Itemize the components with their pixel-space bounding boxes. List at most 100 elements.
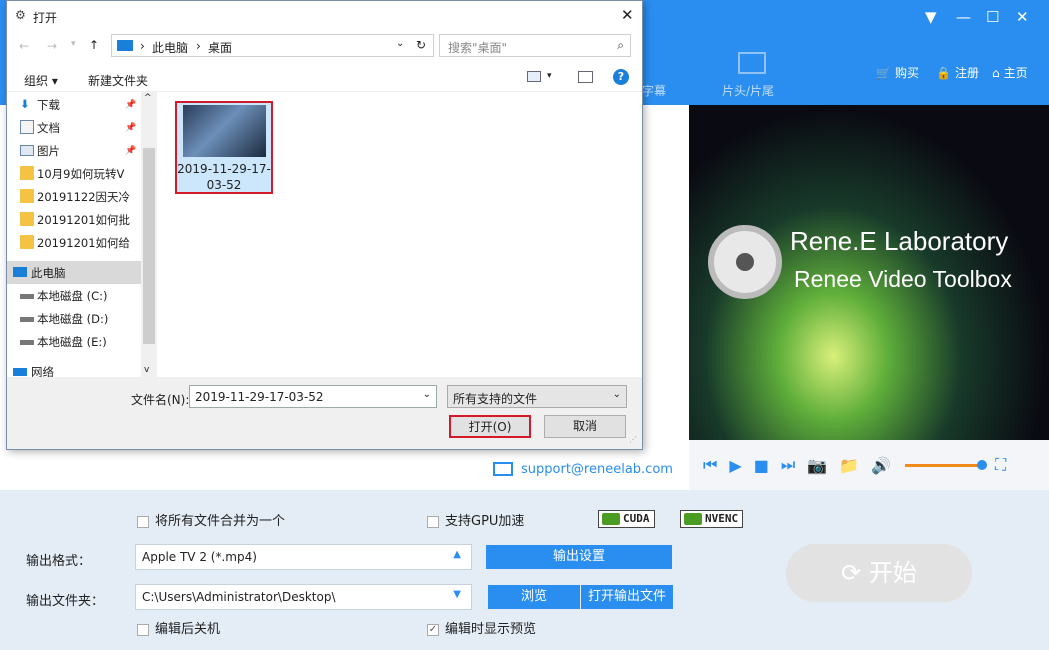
up-icon[interactable]: ↑ (89, 38, 99, 52)
filename-value: 2019-11-29-17-03-52 (195, 390, 324, 404)
filename-dropdown-icon[interactable]: ⌄ (423, 389, 431, 400)
nav-item-folder[interactable]: 10月9如何玩转V (7, 162, 142, 185)
pin-icon: 📌 (125, 122, 137, 133)
shutdown-checkbox[interactable] (137, 623, 149, 636)
nav-label: 10月9如何玩转V (37, 166, 125, 181)
nav-scroll-thumb[interactable] (143, 148, 155, 344)
resize-grip-icon[interactable]: ⋰ (629, 435, 637, 444)
help-icon[interactable]: ? (613, 69, 629, 85)
nav-label: 20191201如何给 (37, 235, 131, 250)
nav-label: 此电脑 (31, 265, 66, 280)
file-item[interactable]: 2019-11-29-17- 03-52 (175, 101, 273, 194)
nav-buy[interactable]: 🛒 购买 (876, 64, 919, 81)
minimize-icon[interactable]: — (956, 8, 971, 26)
film-reel-logo-icon (708, 225, 782, 299)
preview-pane-icon[interactable] (578, 71, 593, 83)
nav-register-label: 注册 (954, 66, 979, 80)
file-name-line2: 03-52 (206, 178, 242, 192)
folder-icon[interactable]: 📁 (839, 456, 859, 475)
nav-register[interactable]: 🔒 注册 (936, 64, 979, 81)
next-icon[interactable]: ⏭ (781, 455, 795, 475)
organize-menu[interactable]: 组织 ▾ (24, 72, 58, 89)
open-file-dialog: ⚙ 打开 ✕ ← → ▾ ↑ › 此电脑 › 桌面 ⌄ ↻ 搜索"桌面" ⌕ 组织… (6, 0, 643, 450)
merge-option[interactable]: 将所有文件合并为一个 (137, 510, 285, 529)
drive-icon (20, 340, 34, 345)
fullscreen-icon[interactable]: ⛶ (995, 455, 1006, 475)
forward-icon[interactable]: → (47, 39, 57, 53)
output-settings-button[interactable]: 输出设置 (486, 545, 672, 569)
drive-icon (20, 317, 34, 322)
close-window-icon[interactable]: ✕ (1016, 8, 1029, 26)
view-dropdown-icon[interactable]: ▾ (547, 71, 552, 81)
nav-item-drive-e[interactable]: 本地磁盘 (E:) (7, 330, 142, 353)
scroll-up-icon[interactable]: ^ (144, 93, 152, 103)
path-chevron-icon: › (196, 39, 201, 53)
dialog-app-icon: ⚙ (15, 8, 26, 22)
player-controls: ⏮ ▶ ■ ⏭ 📷 📁 🔊 ⛶ (689, 440, 1049, 490)
cart-icon: 🛒 (876, 65, 891, 80)
nav-head-tail[interactable]: 片头/片尾 (722, 82, 774, 99)
nav-item-folder[interactable]: 20191201如何批 (7, 208, 142, 231)
search-input[interactable]: 搜索"桌面" ⌕ (439, 34, 631, 57)
video-title2: Renee Video Toolbox (794, 266, 1012, 292)
nav-label: 图片 (37, 143, 60, 158)
preview-option[interactable]: ✓ 编辑时显示预览 (427, 618, 536, 637)
start-button[interactable]: ⟳ 开始 (786, 544, 972, 602)
back-icon[interactable]: ← (19, 39, 29, 53)
open-output-button[interactable]: 打开输出文件 (581, 585, 673, 609)
filename-input[interactable]: 2019-11-29-17-03-52 ⌄ (189, 385, 437, 408)
nav-item-network[interactable]: 网络 (7, 360, 142, 377)
support-link[interactable]: support@reneelab.com (521, 462, 673, 477)
computer-icon (13, 267, 27, 277)
merge-checkbox[interactable] (137, 515, 149, 528)
nvenc-badge: NVENC (680, 510, 744, 528)
nav-home[interactable]: ⌂ 主页 (992, 64, 1028, 81)
nav-item-drive-c[interactable]: 本地磁盘 (C:) (7, 284, 142, 307)
volume-slider[interactable] (905, 459, 988, 470)
network-icon (13, 368, 27, 376)
previous-icon[interactable]: ⏮ (703, 455, 717, 475)
folder-icon (20, 212, 34, 226)
output-format-select[interactable]: Apple TV 2 (*.mp4) ▲ (135, 544, 472, 570)
stop-icon[interactable]: ■ (754, 456, 769, 475)
nav-subtitle[interactable]: 字幕 (642, 82, 666, 99)
nav-item-pictures[interactable]: 图片 📌 (7, 139, 142, 162)
nav-item-downloads[interactable]: ⬇ 下载 📌 (7, 93, 142, 116)
gpu-option[interactable]: 支持GPU加速 (427, 510, 524, 529)
address-bar[interactable]: › 此电脑 › 桌面 ⌄ ↻ (111, 34, 434, 57)
nav-item-drive-d[interactable]: 本地磁盘 (D:) (7, 307, 142, 330)
output-format-value: Apple TV 2 (*.mp4) (142, 550, 257, 564)
scroll-down-icon[interactable]: v (144, 365, 149, 375)
play-icon[interactable]: ▶ (729, 456, 741, 475)
video-thumbnail (183, 105, 266, 157)
view-options-icon[interactable] (527, 71, 541, 82)
filetype-select[interactable]: 所有支持的文件 ⌄ (447, 385, 627, 408)
open-button[interactable]: 打开(O) (449, 415, 531, 438)
nav-item-this-pc[interactable]: 此电脑 (7, 261, 142, 284)
camera-icon[interactable]: 📷 (807, 456, 827, 475)
folder-icon (20, 166, 34, 180)
maximize-icon[interactable]: ☐ (986, 8, 999, 26)
gpu-checkbox[interactable] (427, 515, 439, 528)
preview-checkbox[interactable]: ✓ (427, 623, 439, 636)
path-dropdown-icon[interactable]: ⌄ (396, 38, 404, 49)
pin-icon: 📌 (125, 145, 137, 156)
nav-item-folder[interactable]: 20191201如何给 (7, 231, 142, 254)
nav-item-documents[interactable]: 文档 📌 (7, 116, 142, 139)
nav-label: 20191122因天冷 (37, 189, 131, 204)
shutdown-option[interactable]: 编辑后关机 (137, 618, 220, 637)
nav-item-folder[interactable]: 20191122因天冷 (7, 185, 142, 208)
dialog-close-icon[interactable]: ✕ (621, 6, 634, 24)
refresh-icon[interactable]: ↻ (416, 38, 426, 52)
caret-down-icon: ▼ (453, 589, 461, 600)
output-folder-field[interactable]: C:\Users\Administrator\Desktop\ ▼ (135, 584, 472, 610)
new-folder-button[interactable]: 新建文件夹 (88, 72, 148, 89)
dropdown-icon[interactable]: ▼ (925, 8, 937, 26)
path-segment-desktop[interactable]: 桌面 (208, 39, 232, 56)
recent-dropdown-icon[interactable]: ▾ (71, 39, 76, 49)
volume-icon[interactable]: 🔊 (871, 456, 891, 475)
browse-button[interactable]: 浏览 (488, 585, 580, 609)
document-icon (20, 120, 34, 134)
path-segment-pc[interactable]: 此电脑 (152, 39, 188, 56)
cancel-button[interactable]: 取消 (544, 415, 626, 438)
